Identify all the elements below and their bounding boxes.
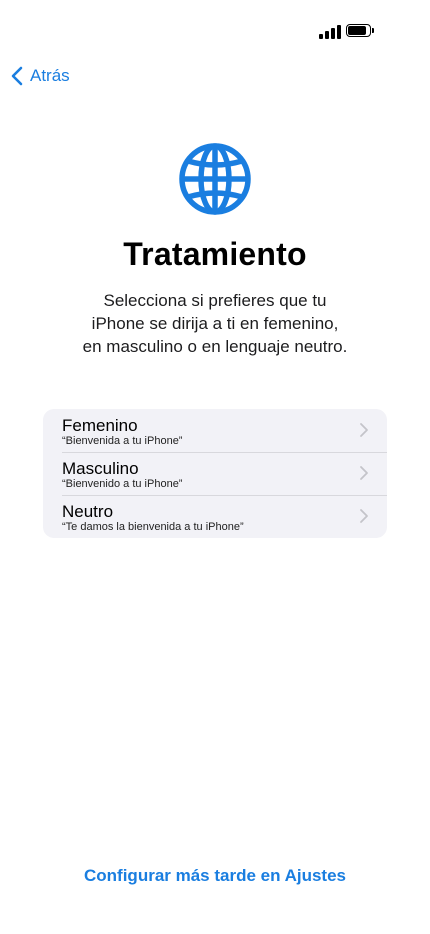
chevron-right-icon [360, 423, 368, 437]
option-label: Femenino [62, 416, 138, 435]
page-subtitle: Selecciona si prefieres que tu iPhone se… [82, 291, 348, 356]
option-masculino[interactable]: Masculino “Bienvenido a tu iPhone” [43, 452, 387, 495]
option-femenino[interactable]: Femenino “Bienvenida a tu iPhone” [43, 409, 387, 452]
status-bar [0, 0, 430, 60]
configure-later-link[interactable]: Configurar más tarde en Ajustes [0, 866, 430, 886]
option-example: “Bienvenido a tu iPhone” [62, 478, 183, 490]
options-list: Femenino “Bienvenida a tu iPhone” Mascul… [43, 409, 387, 538]
back-button-label: Atrás [30, 66, 70, 85]
chevron-right-icon [360, 509, 368, 523]
option-example: “Te damos la bienvenida a tu iPhone” [62, 521, 244, 533]
option-label: Masculino [62, 459, 139, 478]
battery-icon [346, 24, 376, 39]
cellular-signal-icon [319, 25, 341, 39]
globe-icon [179, 143, 251, 215]
option-label: Neutro [62, 502, 114, 521]
chevron-right-icon [360, 466, 368, 480]
page-title: Tratamiento [123, 236, 307, 272]
option-neutro[interactable]: Neutro “Te damos la bienvenida a tu iPho… [43, 495, 387, 538]
back-button[interactable]: Atrás [10, 62, 70, 90]
chevron-left-icon [11, 66, 23, 86]
option-example: “Bienvenida a tu iPhone” [62, 435, 183, 447]
